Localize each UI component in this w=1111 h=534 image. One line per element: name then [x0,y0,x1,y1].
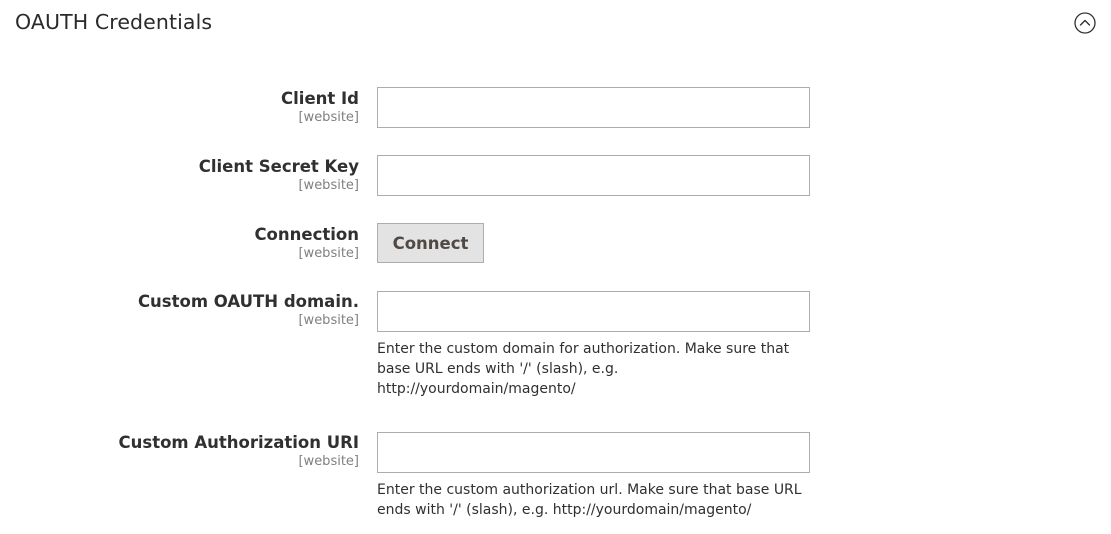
label-text: Client Id [281,89,359,108]
label-text: Custom Authorization URI [118,433,359,452]
scope-text: [website] [298,313,359,328]
section-header[interactable]: OAUTH Credentials [0,0,1111,46]
client-secret-key-input[interactable] [377,155,810,196]
scope-text: [website] [298,246,359,261]
custom-oauth-domain-input[interactable] [377,291,810,332]
scope-text: [website] [298,110,359,125]
label-text: Connection [254,225,359,244]
field-label-custom-oauth-domain: Custom OAUTH domain. [website] [138,291,359,329]
note-line: Enter the custom domain for authorizatio… [377,341,790,357]
field-label-client-secret-key: Client Secret Key [website] [199,156,359,194]
note-line: base URL ends with '/' (slash), e.g. [377,361,619,377]
field-label-client-id: Client Id [website] [281,88,359,126]
connect-button[interactable]: Connect [377,223,484,263]
custom-authorization-uri-input[interactable] [377,432,810,473]
field-label-custom-authorization-uri: Custom Authorization URI [website] [119,432,359,470]
scope-text: [website] [298,178,359,193]
client-id-input[interactable] [377,87,810,128]
field-label-connection: Connection [website] [254,224,359,262]
custom-oauth-domain-note: Enter the custom domain for authorizatio… [377,339,817,399]
section-title: OAUTH Credentials [15,10,213,34]
custom-authorization-uri-note: Enter the custom authorization url. Make… [377,480,817,520]
note-line: http://yourdomain/magento/ [377,381,576,397]
chevron-up-circle-icon[interactable] [1074,12,1096,34]
label-text: Client Secret Key [198,157,359,176]
note-line: ends with '/' (slash), e.g. http://yourd… [377,502,752,518]
scope-text: [website] [298,454,359,469]
note-line: Enter the custom authorization url. Make… [377,482,802,498]
label-text: Custom OAUTH domain. [137,292,359,311]
